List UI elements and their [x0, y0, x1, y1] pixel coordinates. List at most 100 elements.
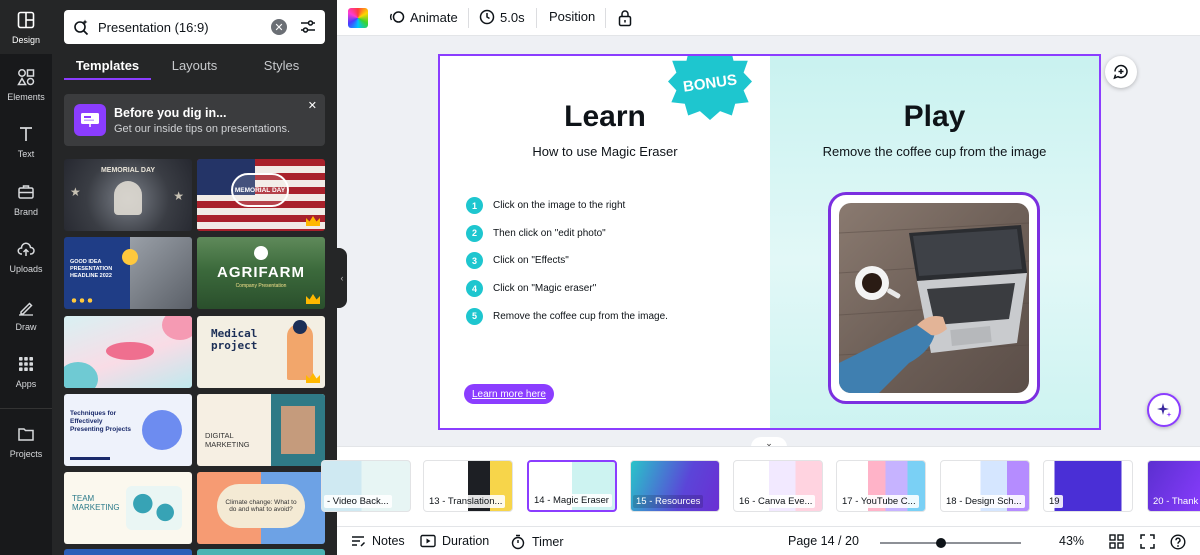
template-partial[interactable] [64, 549, 192, 555]
filter-icon[interactable] [299, 18, 317, 36]
rail-item-text[interactable]: Text [0, 114, 52, 168]
play-icon [420, 534, 436, 548]
rail-item-apps[interactable]: Apps [0, 344, 52, 398]
leaf-logo-icon [254, 246, 268, 260]
grid-icon [16, 354, 36, 374]
rail-label: Apps [15, 378, 37, 389]
rail-label: Elements [7, 91, 45, 102]
step-item[interactable]: 1 Click on the image to the right [466, 192, 756, 220]
zoom-slider-track[interactable] [880, 542, 1021, 544]
page-thumb-12[interactable]: - Video Back... [321, 460, 411, 512]
magic-assistant-button[interactable] [1147, 393, 1181, 427]
magic-search-icon [72, 18, 90, 36]
rail-item-brand[interactable]: Brand [0, 172, 52, 226]
rail-label: Brand [13, 206, 39, 217]
learn-section: Learn How to use Magic Eraser 1 Click on … [440, 56, 770, 428]
presenter-illustration [142, 410, 182, 450]
template-floral-pink[interactable] [64, 316, 192, 388]
clear-search-icon[interactable]: ✕ [271, 19, 287, 35]
template-climate-change[interactable]: Climate change: What to do and what to a… [197, 472, 325, 544]
timer-button[interactable]: Timer [510, 534, 563, 550]
search-input[interactable]: Presentation (16:9) [98, 20, 271, 35]
template-title: MEMORIAL DAY [100, 167, 156, 174]
duration-button[interactable]: 5.0s [479, 9, 525, 25]
toolbar-divider [536, 8, 537, 28]
animate-button[interactable]: Animate [389, 9, 458, 25]
page-thumb-16[interactable]: 16 - Canva Eve... [733, 460, 823, 512]
fullscreen-icon [1140, 534, 1155, 549]
page-thumb-17[interactable]: 17 - YouTube C... [836, 460, 926, 512]
play-title[interactable]: Play [770, 100, 1099, 134]
template-techniques[interactable]: Techniques for Effectively Presenting Pr… [64, 394, 192, 466]
rail-item-elements[interactable]: Elements [0, 57, 52, 111]
page-thumb-18[interactable]: 18 - Design Sch... [940, 460, 1030, 512]
page-thumb-19[interactable]: 19 [1043, 460, 1133, 512]
tab-styles[interactable]: Styles [238, 52, 325, 80]
tips-card[interactable]: Before you dig in... Get our inside tips… [64, 94, 325, 146]
toolbar-divider [605, 8, 606, 28]
zoom-slider-handle[interactable] [935, 538, 946, 548]
collapse-panel-handle[interactable]: ‹ [337, 248, 347, 308]
rail-item-draw[interactable]: Draw [0, 287, 52, 341]
notes-label: Notes [372, 534, 405, 548]
learn-more-button[interactable]: Learn more here [464, 384, 554, 404]
add-comment-button[interactable] [1105, 56, 1137, 88]
editor-toolbar: Animate 5.0s Position [337, 0, 1200, 36]
close-icon[interactable]: ✕ [308, 99, 317, 112]
step-text: Click on "Magic eraser" [493, 283, 597, 295]
duration-footer-button[interactable]: Duration [420, 534, 489, 548]
tip-subtitle: Get our inside tips on presentations. [114, 122, 291, 135]
template-title: DIGITAL MARKETING [205, 431, 250, 449]
template-partial[interactable] [197, 549, 325, 555]
footer-line [70, 457, 110, 460]
left-rail: Design Elements Text Brand Uploads Draw [0, 0, 52, 555]
template-medical-project[interactable]: Medical project [197, 316, 325, 388]
template-memorial-flag[interactable]: MEMORIAL DAY [197, 159, 325, 231]
templates-panel: Presentation (16:9) ✕ Templates Layouts … [52, 0, 337, 555]
team-illustration [126, 486, 182, 530]
tab-layouts[interactable]: Layouts [151, 52, 238, 80]
grid-view-button[interactable] [1109, 534, 1130, 549]
step-item[interactable]: 2 Then click on "edit photo" [466, 220, 756, 248]
laptop-coffee-photo[interactable] [839, 203, 1029, 393]
lock-button[interactable] [617, 9, 638, 27]
tip-text: Before you dig in... Get our inside tips… [114, 106, 290, 135]
photo-frame[interactable] [828, 192, 1040, 404]
template-good-idea[interactable]: GOOD IDEA PRESENTATION HEADLINE 2022 [64, 237, 192, 309]
page-indicator[interactable]: Page 14 / 20 [788, 534, 859, 548]
page-label: 15 - Resources [633, 495, 704, 508]
page-thumb-14[interactable]: 14 - Magic Eraser [527, 460, 617, 512]
duration-label: 5.0s [500, 9, 525, 25]
toolbar-divider [468, 8, 469, 28]
page-thumb-20[interactable]: 20 - Thank [1147, 460, 1200, 512]
step-item[interactable]: 3 Click on "Effects" [466, 247, 756, 275]
rail-item-uploads[interactable]: Uploads [0, 229, 52, 283]
background-color-swatch[interactable] [348, 8, 368, 28]
step-text: Then click on "edit photo" [493, 227, 606, 239]
template-team-marketing[interactable]: TEAM MARKETING [64, 472, 192, 544]
tab-templates[interactable]: Templates [64, 52, 151, 80]
step-item[interactable]: 5 Remove the coffee cup from the image. [466, 302, 756, 330]
template-memorial-day[interactable]: MEMORIAL DAY ★ ★ [64, 159, 192, 231]
page-thumb-13[interactable]: 13 - Translation... [423, 460, 513, 512]
step-item[interactable]: 4 Click on "Magic eraser" [466, 275, 756, 303]
template-agrifarm[interactable]: AGRIFARM Company Presentation [197, 237, 325, 309]
page-thumb-15[interactable]: 15 - Resources [630, 460, 720, 512]
template-title: MEMORIAL DAY [231, 173, 289, 207]
template-digital-marketing[interactable]: DIGITAL MARKETING [197, 394, 325, 466]
rail-item-projects[interactable]: Projects [0, 414, 52, 468]
star-icon: ★ [173, 189, 184, 203]
dots [70, 298, 94, 303]
zoom-level[interactable]: 43% [1059, 534, 1084, 548]
learn-subtitle[interactable]: How to use Magic Eraser [440, 144, 770, 159]
cloud-upload-icon [16, 239, 36, 259]
help-button[interactable] [1170, 534, 1192, 550]
page-label: 17 - YouTube C... [839, 495, 919, 508]
notes-button[interactable]: Notes [350, 534, 405, 548]
template-search[interactable]: Presentation (16:9) ✕ [64, 10, 325, 44]
play-subtitle[interactable]: Remove the coffee cup from the image [770, 144, 1099, 159]
position-button[interactable]: Position [549, 9, 595, 24]
rail-item-design[interactable]: Design [0, 0, 52, 54]
slide-canvas[interactable]: Learn How to use Magic Eraser 1 Click on … [438, 54, 1101, 430]
fullscreen-button[interactable] [1140, 534, 1161, 549]
